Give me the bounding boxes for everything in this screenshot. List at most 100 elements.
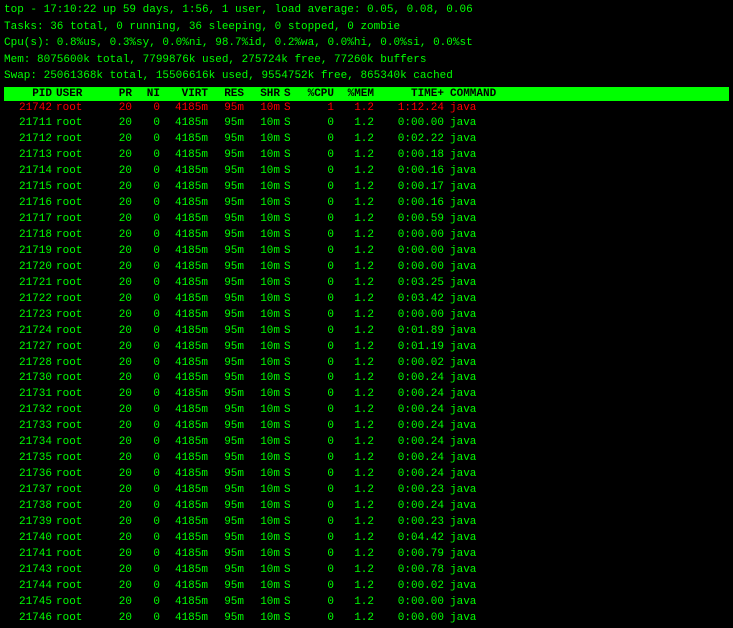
cell-s: S [284,547,298,563]
cell-mem: 1.2 [338,356,378,372]
table-row: 21741 root 20 0 4185m 95m 10m S 0 1.2 0:… [4,547,729,563]
table-row: 21714 root 20 0 4185m 95m 10m S 0 1.2 0:… [4,164,729,180]
cell-res: 95m [212,499,248,515]
col-header-s: S [284,88,298,100]
cell-s: S [284,276,298,292]
table-row: 21718 root 20 0 4185m 95m 10m S 0 1.2 0:… [4,228,729,244]
cell-pr: 20 [108,340,136,356]
cell-pr: 20 [108,164,136,180]
cell-virt: 4185m [164,515,212,531]
cell-user: root [56,563,108,579]
cell-user: root [56,196,108,212]
cell-user: root [56,579,108,595]
cell-res: 95m [212,244,248,260]
cell-virt: 4185m [164,595,212,611]
cell-time: 0:03.25 [378,276,448,292]
cell-virt: 4185m [164,101,212,117]
cell-ni: 0 [136,531,164,547]
cell-pid: 21712 [4,132,56,148]
cell-cpu: 0 [298,419,338,435]
cell-ni: 0 [136,435,164,451]
cell-virt: 4185m [164,260,212,276]
cell-shr: 10m [248,308,284,324]
cell-time: 0:00.00 [378,244,448,260]
cell-cpu: 0 [298,340,338,356]
cell-virt: 4185m [164,324,212,340]
cell-cpu: 0 [298,308,338,324]
table-row: 21730 root 20 0 4185m 95m 10m S 0 1.2 0:… [4,371,729,387]
cell-time: 0:00.59 [378,212,448,228]
cell-pid: 21716 [4,196,56,212]
cell-mem: 1.2 [338,164,378,180]
cell-pid: 21733 [4,419,56,435]
cell-shr: 10m [248,595,284,611]
cell-ni: 0 [136,101,164,117]
cell-pr: 20 [108,212,136,228]
cell-s: S [284,212,298,228]
cell-cpu: 0 [298,499,338,515]
cell-shr: 10m [248,212,284,228]
cell-cpu: 0 [298,212,338,228]
cell-s: S [284,132,298,148]
cell-mem: 1.2 [338,132,378,148]
cell-user: root [56,483,108,499]
cell-mem: 1.2 [338,467,378,483]
col-header-mem: %MEM [338,88,378,100]
cell-virt: 4185m [164,499,212,515]
cell-mem: 1.2 [338,403,378,419]
cell-time: 0:03.42 [378,292,448,308]
table-row: 21721 root 20 0 4185m 95m 10m S 0 1.2 0:… [4,276,729,292]
cell-cpu: 0 [298,531,338,547]
cell-ni: 0 [136,515,164,531]
cell-cpu: 0 [298,116,338,132]
cell-pid: 21735 [4,451,56,467]
cell-s: S [284,595,298,611]
cell-virt: 4185m [164,563,212,579]
cell-user: root [56,467,108,483]
cell-cmd: java [448,595,729,611]
cell-pr: 20 [108,499,136,515]
cell-virt: 4185m [164,308,212,324]
col-header-cmd: COMMAND [448,88,729,100]
cell-ni: 0 [136,547,164,563]
cell-virt: 4185m [164,403,212,419]
col-header-user: USER [56,88,108,100]
cell-res: 95m [212,387,248,403]
top-line3: Cpu(s): 0.8%us, 0.3%sy, 0.0%ni, 98.7%id,… [4,35,729,52]
cell-pid: 21746 [4,611,56,627]
cell-user: root [56,403,108,419]
table-row: 21743 root 20 0 4185m 95m 10m S 0 1.2 0:… [4,563,729,579]
cell-s: S [284,164,298,180]
cell-mem: 1.2 [338,371,378,387]
cell-mem: 1.2 [338,579,378,595]
cell-pid: 21730 [4,371,56,387]
cell-pid: 21745 [4,595,56,611]
cell-pr: 20 [108,276,136,292]
cell-s: S [284,196,298,212]
cell-shr: 10m [248,132,284,148]
cell-cmd: java [448,164,729,180]
top-line2: Tasks: 36 total, 0 running, 36 sleeping,… [4,19,729,36]
cell-cmd: java [448,260,729,276]
cell-pid: 21715 [4,180,56,196]
cell-s: S [284,419,298,435]
cell-res: 95m [212,324,248,340]
cell-pr: 20 [108,403,136,419]
cell-pr: 20 [108,579,136,595]
cell-pid: 21717 [4,212,56,228]
cell-pr: 20 [108,531,136,547]
cell-cpu: 0 [298,611,338,627]
cell-user: root [56,387,108,403]
cell-res: 95m [212,467,248,483]
cell-time: 0:00.00 [378,611,448,627]
cell-cmd: java [448,531,729,547]
cell-mem: 1.2 [338,483,378,499]
cell-s: S [284,515,298,531]
cell-pr: 20 [108,547,136,563]
cell-virt: 4185m [164,371,212,387]
cell-cmd: java [448,292,729,308]
cell-ni: 0 [136,371,164,387]
cell-pid: 21739 [4,515,56,531]
table-row: 21715 root 20 0 4185m 95m 10m S 0 1.2 0:… [4,180,729,196]
cell-shr: 10m [248,148,284,164]
